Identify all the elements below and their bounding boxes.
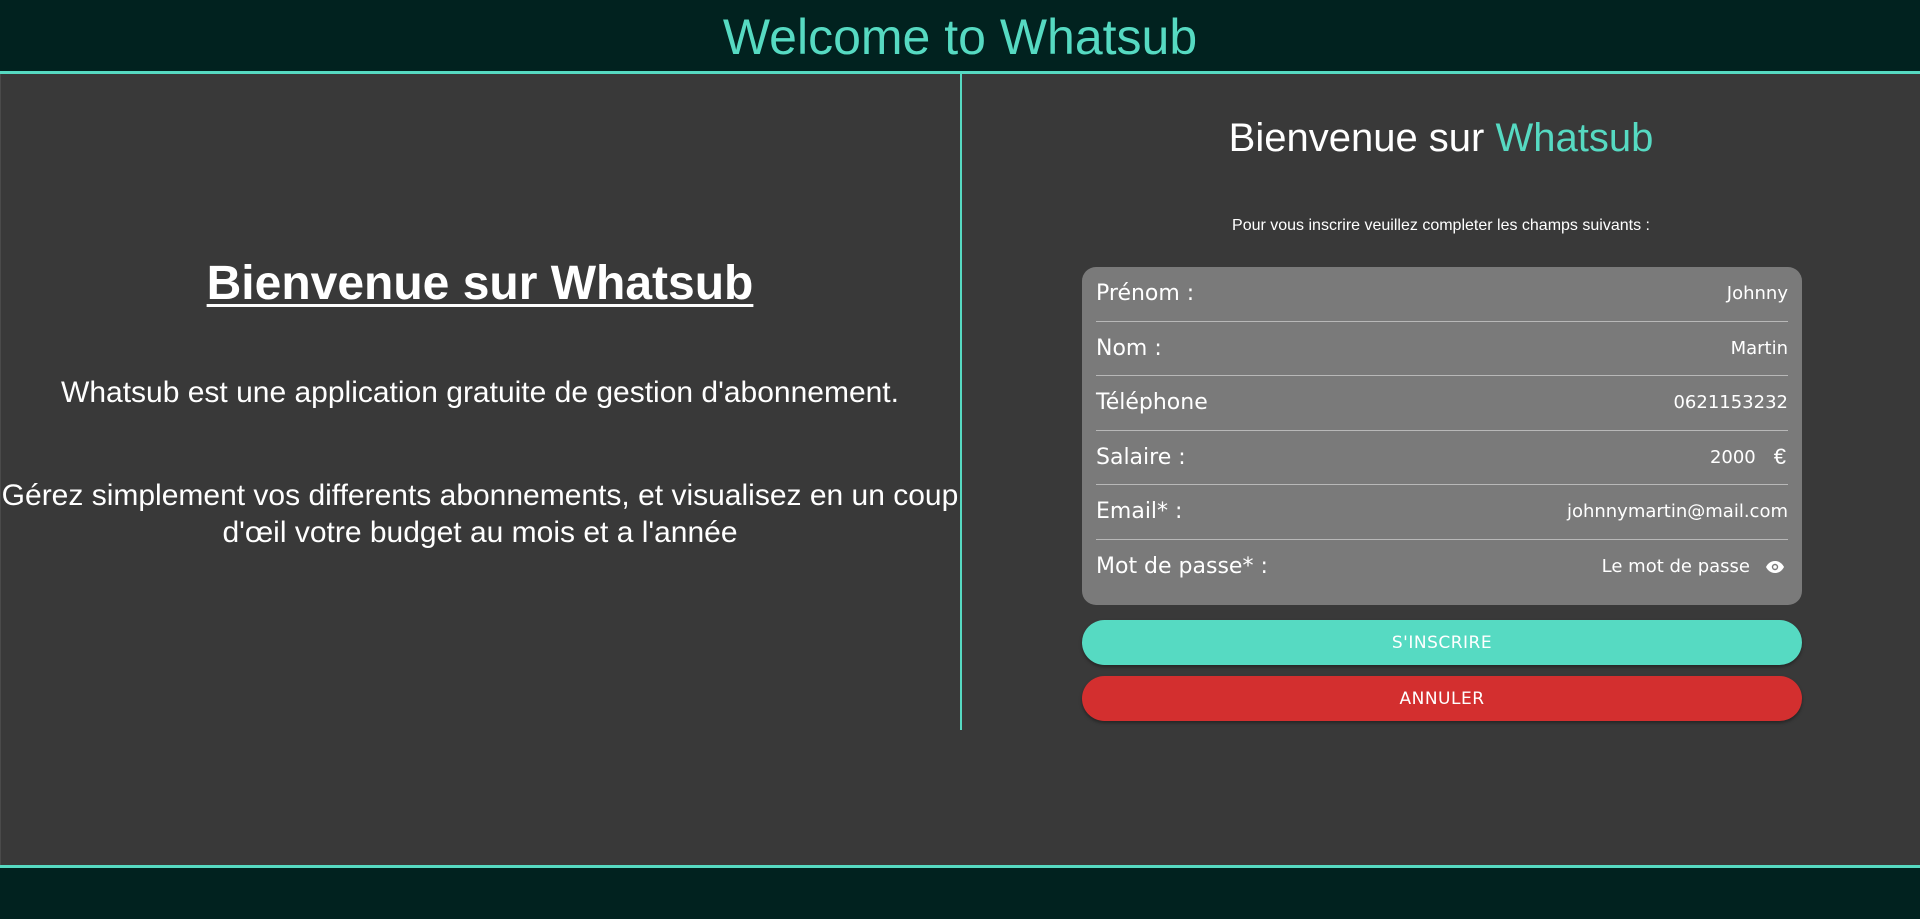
salary-row: Salaire : € (1096, 431, 1788, 485)
intro-heading: Bienvenue sur Whatsub (206, 257, 754, 310)
euro-icon: € (1773, 444, 1786, 470)
signup-panel: Bienvenue sur Whatsub Pour vous inscrire… (962, 74, 1920, 730)
lastname-row: Nom : (1096, 322, 1788, 376)
signup-title-prefix: Bienvenue sur (1228, 116, 1496, 160)
email-row: Email* : (1096, 485, 1788, 540)
app-title: Welcome to Whatsub (722, 8, 1198, 65)
app-footer (0, 865, 1920, 919)
signup-form: Prénom : Nom : Téléphone Salaire : € (1082, 267, 1802, 605)
cancel-button[interactable]: ANNULER (1082, 676, 1802, 721)
firstname-input[interactable] (1528, 283, 1788, 305)
phone-label: Téléphone (1096, 390, 1208, 416)
email-input[interactable] (1528, 501, 1788, 523)
phone-input[interactable] (1528, 392, 1788, 414)
intro-panel: Bienvenue sur Whatsub Whatsub est une ap… (0, 74, 960, 730)
intro-description: Whatsub est une application gratuite de … (61, 376, 899, 409)
lastname-input[interactable] (1528, 337, 1788, 359)
signup-title: Bienvenue sur Whatsub (962, 116, 1920, 161)
phone-row: Téléphone (1096, 376, 1788, 431)
signup-title-brand: Whatsub (1495, 116, 1654, 160)
password-label: Mot de passe* : (1096, 554, 1268, 580)
signup-button[interactable]: S'INSCRIRE (1082, 620, 1802, 665)
salary-input[interactable] (1665, 446, 1756, 468)
lastname-label: Nom : (1096, 335, 1162, 361)
signup-instructions: Pour vous inscrire veuillez completer le… (1232, 217, 1650, 234)
password-row: Mot de passe* : (1096, 540, 1788, 595)
eye-icon[interactable] (1766, 560, 1784, 573)
salary-label: Salaire : (1096, 444, 1186, 470)
firstname-row: Prénom : (1096, 267, 1788, 322)
email-label: Email* : (1096, 499, 1183, 525)
app-header: Welcome to Whatsub (0, 0, 1920, 74)
firstname-label: Prénom : (1096, 281, 1195, 307)
intro-details: Gérez simplement vos differents abonneme… (1, 479, 959, 549)
password-input[interactable] (1490, 556, 1750, 578)
